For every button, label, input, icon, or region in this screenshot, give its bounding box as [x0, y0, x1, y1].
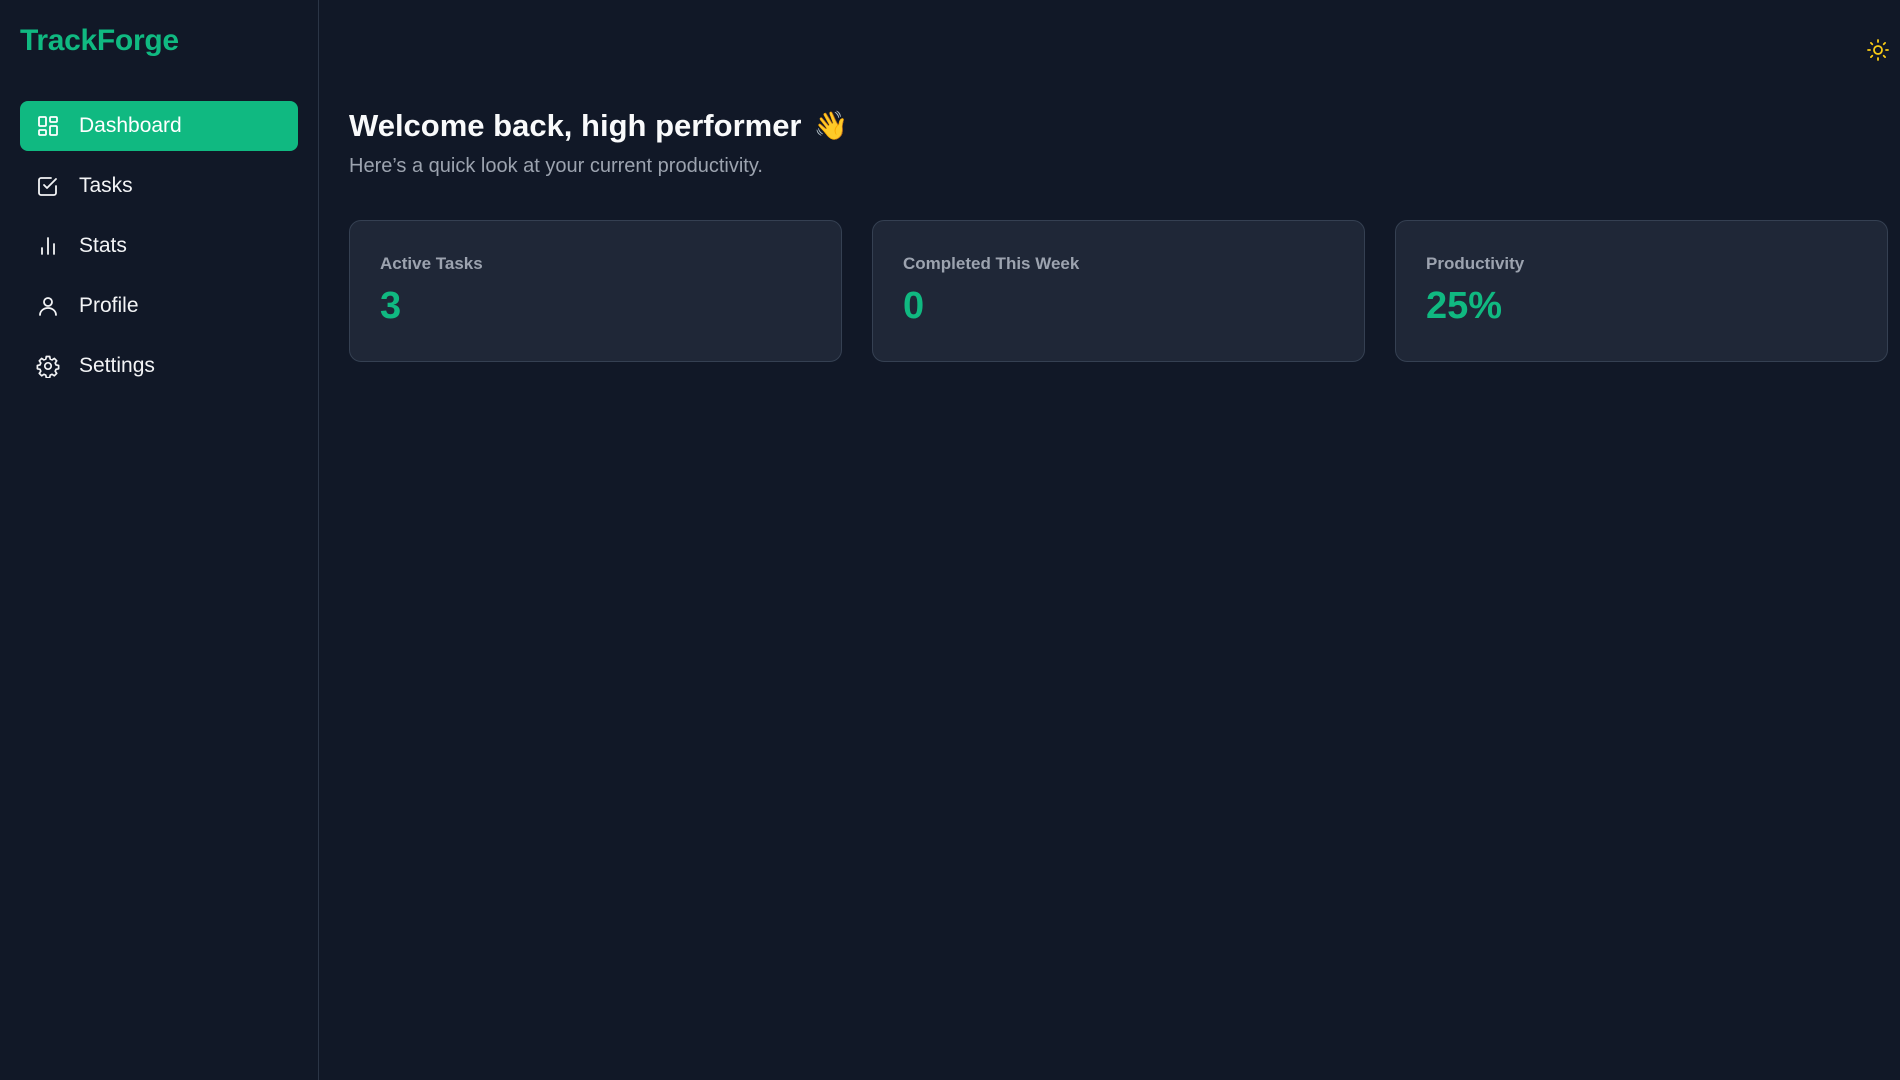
sidebar-item-profile[interactable]: Profile: [20, 281, 298, 331]
gear-icon: [36, 354, 60, 378]
checkbox-icon: [36, 174, 60, 198]
sidebar-item-label: Tasks: [79, 174, 133, 197]
sidebar-item-label: Dashboard: [79, 114, 182, 137]
stat-card-value: 3: [380, 285, 402, 327]
app-root: TrackForge Dashboard Tasks Stats Profile…: [0, 0, 1900, 1080]
stat-card-label: Active Tasks: [380, 254, 483, 273]
sidebar-item-stats[interactable]: Stats: [20, 221, 298, 271]
page-subtitle: Here’s a quick look at your current prod…: [349, 155, 763, 177]
user-icon: [36, 294, 60, 318]
stat-card-label: Productivity: [1426, 254, 1525, 273]
stat-card-completed-this-week: Completed This Week 0: [872, 220, 1365, 362]
sidebar-nav: Dashboard Tasks Stats Profile Settings: [20, 101, 298, 391]
sidebar: TrackForge Dashboard Tasks Stats Profile…: [0, 0, 319, 1080]
main-content: Welcome back, high performer 👋 Here’s a …: [319, 0, 1900, 1080]
sidebar-item-label: Stats: [79, 234, 127, 257]
stat-card-productivity: Productivity 25%: [1395, 220, 1888, 362]
stat-card-active-tasks: Active Tasks 3: [349, 220, 842, 362]
bar-chart-icon: [36, 234, 60, 258]
brand-logo[interactable]: TrackForge: [20, 20, 298, 62]
page-title-text: Welcome back, high performer: [349, 108, 802, 143]
stat-card-label: Completed This Week: [903, 254, 1080, 273]
page-title: Welcome back, high performer 👋: [349, 106, 1888, 146]
sidebar-item-label: Settings: [79, 354, 155, 377]
sidebar-item-dashboard[interactable]: Dashboard: [20, 101, 298, 151]
sidebar-item-label: Profile: [79, 294, 139, 317]
theme-toggle-button[interactable]: [1864, 38, 1892, 66]
dashboard-icon: [36, 114, 60, 138]
wave-emoji-icon: 👋: [813, 110, 849, 141]
sun-icon: [1866, 38, 1890, 67]
stat-card-value: 0: [903, 285, 925, 327]
stat-card-value: 25%: [1426, 285, 1503, 327]
stats-cards: Active Tasks 3 Completed This Week 0 Pro…: [349, 220, 1888, 362]
sidebar-item-tasks[interactable]: Tasks: [20, 161, 298, 211]
sidebar-item-settings[interactable]: Settings: [20, 341, 298, 391]
